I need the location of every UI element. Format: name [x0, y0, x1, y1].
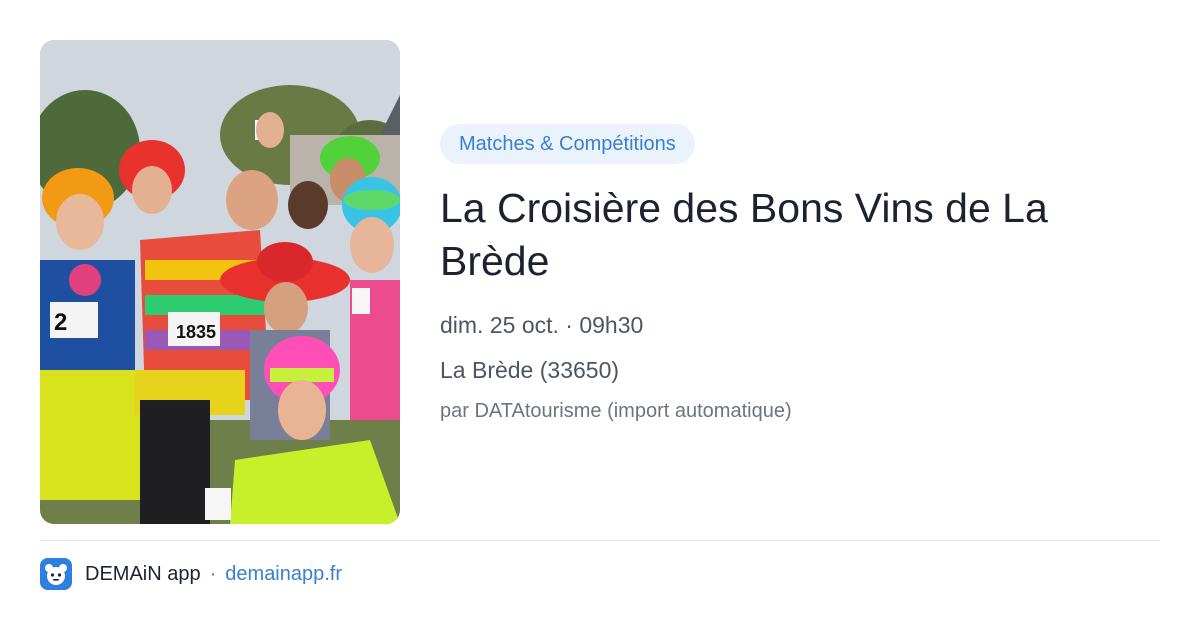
bib-number-center: 1835: [176, 322, 216, 342]
bib-number-left: 2: [54, 309, 67, 336]
category-badge[interactable]: Matches & Compétitions: [440, 124, 695, 164]
app-name: DEMAiN app: [85, 562, 201, 585]
event-photo: 2 1835: [40, 40, 400, 524]
event-location: La Brède (33650): [440, 357, 620, 383]
app-logo-icon: [40, 558, 72, 590]
footer-separator: ·: [209, 562, 217, 585]
footer: DEMAiN app · demainapp.fr: [40, 558, 342, 590]
footer-divider: [40, 540, 1160, 541]
event-title: La Croisière des Bons Vins de La Brède: [440, 185, 1048, 284]
app-website-link[interactable]: demainapp.fr: [225, 563, 342, 586]
event-datetime: dim. 25 oct. · 09h30: [440, 312, 644, 338]
event-info: Matches & Compétitions La Croisière des …: [440, 124, 1160, 425]
event-author: par DATAtourisme (import automatique): [440, 400, 792, 422]
event-photo-illustration: 2 1835: [40, 40, 400, 524]
